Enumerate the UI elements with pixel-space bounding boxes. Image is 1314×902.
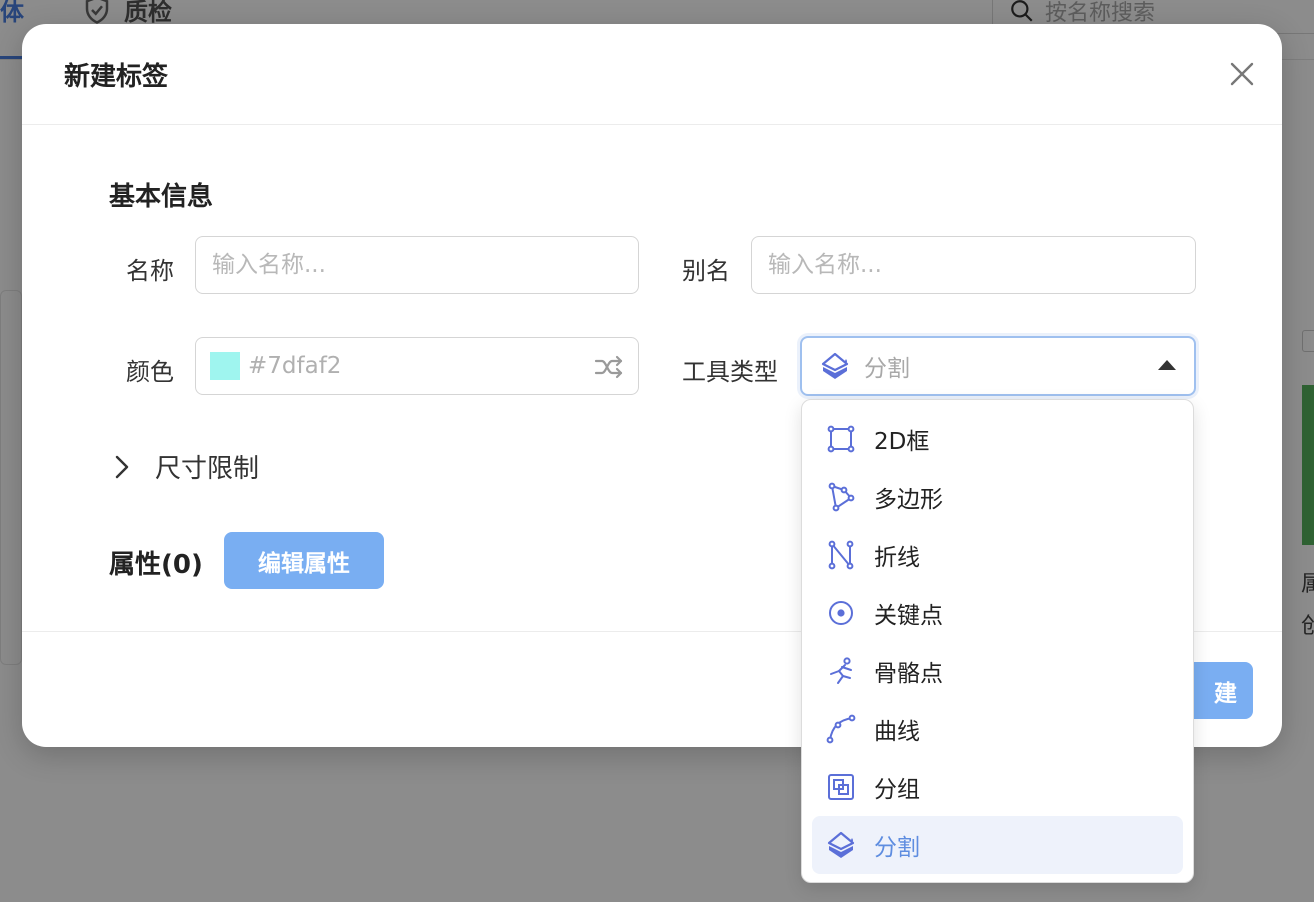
name-input[interactable] (195, 236, 639, 294)
dropdown-item-curve[interactable]: 曲线 (812, 700, 1183, 758)
dropdown-item-polyline[interactable]: 折线 (812, 526, 1183, 584)
size-limit-toggle[interactable]: 尺寸限制 (109, 448, 259, 485)
box-2d-icon (827, 425, 855, 453)
caret-up-icon (1158, 360, 1176, 370)
dropdown-item-segmentation[interactable]: 分割 (812, 816, 1183, 874)
dropdown-item-label: 骨骼点 (874, 661, 943, 687)
size-limit-label: 尺寸限制 (155, 454, 260, 484)
alias-input[interactable] (751, 236, 1196, 294)
dropdown-item-group[interactable]: 分组 (812, 758, 1183, 816)
dropdown-item-skeleton[interactable]: 骨骼点 (812, 642, 1183, 700)
skeleton-icon (830, 657, 852, 684)
color-label: 颜色 (126, 358, 174, 386)
tool-type-select[interactable]: 分割 (800, 336, 1196, 396)
dropdown-item-label: 分割 (874, 835, 920, 861)
dropdown-item-label: 折线 (874, 545, 920, 571)
dropdown-item-keypoint[interactable]: 关键点 (812, 584, 1183, 642)
polygon-icon (828, 482, 855, 512)
dropdown-item-label: 多边形 (874, 487, 943, 513)
section-basic-info: 基本信息 (109, 182, 214, 212)
dropdown-item-label: 曲线 (874, 719, 920, 745)
shuffle-icon[interactable] (594, 355, 624, 379)
group-icon (828, 774, 854, 800)
dropdown-item-label: 关键点 (874, 603, 943, 629)
edit-attributes-button[interactable]: 编辑属性 (224, 532, 384, 589)
segmentation-icon (821, 352, 849, 379)
modal-title: 新建标签 (64, 62, 169, 92)
tool-type-value: 分割 (864, 356, 910, 382)
tool-type-label: 工具类型 (682, 358, 778, 386)
color-field[interactable]: #7dfaf2 (195, 337, 639, 395)
dropdown-item-polygon[interactable]: 多边形 (812, 468, 1183, 526)
segmentation-icon (827, 831, 855, 858)
polyline-icon (828, 540, 854, 570)
chevron-right-icon (115, 455, 129, 478)
tool-type-dropdown: 2D框 多边形 折线 关键点 骨骼点 曲线 分组 分割 (801, 399, 1194, 883)
attributes-label: 属性(0) (109, 550, 203, 580)
dropdown-item-label: 分组 (874, 777, 920, 803)
close-icon[interactable] (1226, 58, 1258, 90)
name-label: 名称 (126, 257, 174, 285)
alias-label: 别名 (682, 257, 730, 285)
keypoint-icon (829, 601, 853, 625)
dropdown-item-label: 2D框 (874, 429, 930, 455)
curve-icon (826, 714, 856, 744)
modal-header: 新建标签 (22, 24, 1282, 125)
color-value: #7dfaf2 (248, 353, 342, 379)
color-swatch[interactable] (210, 352, 240, 380)
dropdown-item-2d-box[interactable]: 2D框 (812, 410, 1183, 468)
